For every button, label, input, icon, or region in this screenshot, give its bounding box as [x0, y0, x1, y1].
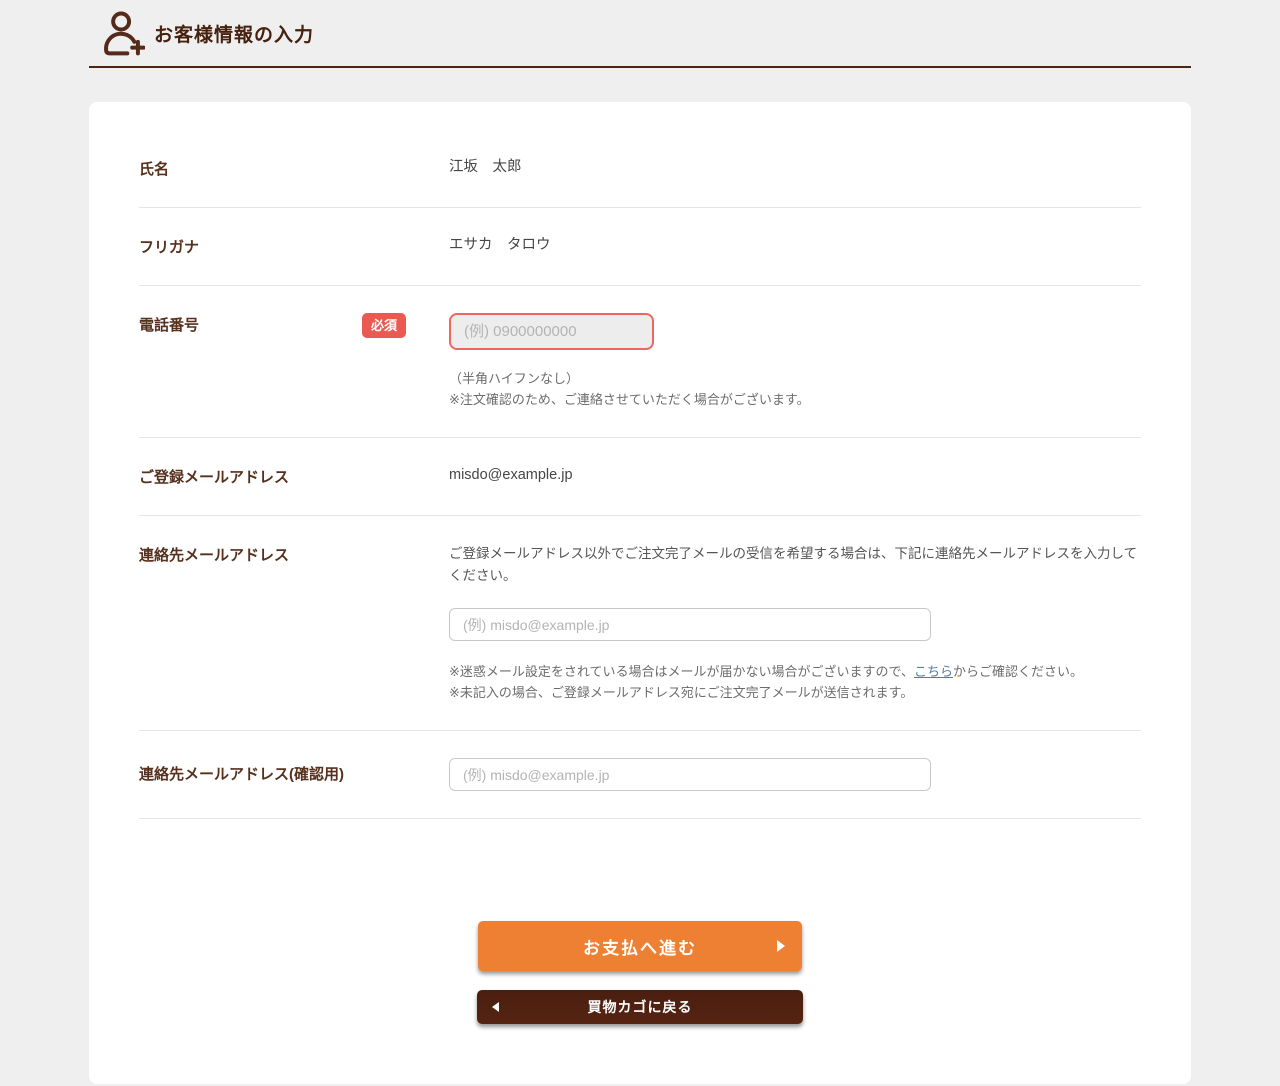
phone-note-contact: ※注文確認のため、ご連絡させていただく場合がございます。 — [449, 389, 1141, 410]
blank-note-line: ※未記入の場合、ご登録メールアドレス宛にご注文完了メールが送信されます。 — [449, 682, 1141, 703]
action-buttons: お支払へ進む 買物カゴに戻る — [139, 819, 1141, 1024]
phone-label-cell: 電話番号 必須 — [139, 313, 449, 410]
spam-note-line: ※迷惑メール設定をされている場合はメールが届かない場合がございますので、こちらか… — [449, 661, 1141, 682]
form-row-name: 氏名 江坂 太郎 — [139, 130, 1141, 208]
contact-email-confirm-cell — [449, 758, 1141, 791]
back-to-cart-button[interactable]: 買物カゴに戻る — [477, 990, 803, 1024]
name-value: 江坂 太郎 — [449, 157, 1141, 180]
arrow-left-icon — [492, 1002, 499, 1012]
contact-email-confirm-input[interactable] — [449, 758, 931, 791]
contact-email-description: ご登録メールアドレス以外でご注文完了メールの受信を希望する場合は、下記に連絡先メ… — [449, 543, 1139, 587]
page-header: お客様情報の入力 — [89, 0, 1191, 68]
furigana-value: エサカ タロウ — [449, 235, 1141, 258]
page-title: お客様情報の入力 — [154, 20, 314, 47]
phone-value-cell: （半角ハイフンなし） ※注文確認のため、ご連絡させていただく場合がございます。 — [449, 313, 1141, 410]
contact-email-input[interactable] — [449, 608, 931, 641]
arrow-right-icon — [777, 940, 785, 952]
registered-email-value: misdo@example.jp — [449, 465, 1141, 488]
phone-note-format: （半角ハイフンなし） — [449, 368, 1141, 389]
registered-email-label: ご登録メールアドレス — [139, 465, 449, 488]
customer-info-card: 氏名 江坂 太郎 フリガナ エサカ タロウ 電話番号 必須 （半角ハイフンなし）… — [89, 102, 1191, 1084]
phone-notes: （半角ハイフンなし） ※注文確認のため、ご連絡させていただく場合がございます。 — [449, 368, 1141, 410]
furigana-label: フリガナ — [139, 235, 449, 258]
phone-label: 電話番号 — [139, 315, 199, 336]
kochira-link[interactable]: こちら — [914, 664, 953, 679]
form-row-furigana: フリガナ エサカ タロウ — [139, 208, 1141, 286]
contact-email-label: 連絡先メールアドレス — [139, 543, 449, 703]
form-row-phone: 電話番号 必須 （半角ハイフンなし） ※注文確認のため、ご連絡させていただく場合… — [139, 286, 1141, 438]
person-add-icon — [99, 9, 145, 57]
phone-input[interactable] — [449, 313, 654, 350]
contact-email-notes: ※迷惑メール設定をされている場合はメールが届かない場合がございますので、こちらか… — [449, 661, 1141, 703]
form-row-registered-email: ご登録メールアドレス misdo@example.jp — [139, 438, 1141, 516]
contact-email-cell: ご登録メールアドレス以外でご注文完了メールの受信を希望する場合は、下記に連絡先メ… — [449, 543, 1141, 703]
name-label: 氏名 — [139, 157, 449, 180]
form-row-contact-email-confirm: 連絡先メールアドレス(確認用) — [139, 731, 1141, 819]
proceed-to-payment-button[interactable]: お支払へ進む — [478, 921, 802, 971]
required-badge: 必須 — [362, 313, 406, 338]
form-row-contact-email: 連絡先メールアドレス ご登録メールアドレス以外でご注文完了メールの受信を希望する… — [139, 516, 1141, 731]
contact-email-confirm-label: 連絡先メールアドレス(確認用) — [139, 764, 449, 785]
